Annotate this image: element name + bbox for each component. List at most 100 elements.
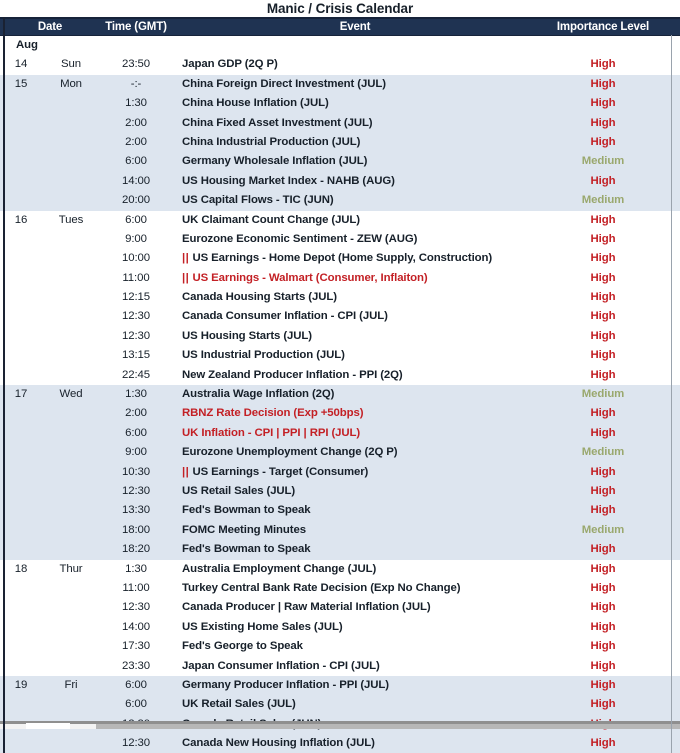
table-row[interactable]: 12:30 Canada Consumer Inflation - CPI (JU… <box>0 307 680 327</box>
cell-importance-badge: High <box>590 640 616 653</box>
table-row[interactable]: 14:00 US Housing Market Index - NAHB (AUG… <box>0 171 680 192</box>
cell-importance-badge: Medium <box>581 446 625 459</box>
cell-weekday: Thur <box>59 562 83 575</box>
table-row[interactable]: 12:30 US Retail Sales (JUL) High <box>0 481 680 502</box>
table-row[interactable]: 6:00 UK Retail Sales (JUL) High <box>0 695 680 715</box>
cell-time: 11:00 <box>122 271 150 284</box>
cell-day: 15 <box>14 77 28 90</box>
cell-event-label: US Retail Sales (JUL) <box>182 484 296 497</box>
cell-event-label: US Industrial Production (JUL) <box>182 349 345 362</box>
cell-event-label: UK Inflation - CPI | PPI | RPI (JUL) <box>182 426 361 439</box>
table-row[interactable]: 1:30 China House Inflation (JUL) High <box>0 94 680 114</box>
cell-day: 19 <box>14 678 28 691</box>
cell-event: FOMC Meeting Minutes <box>172 521 538 540</box>
cell-event-label: China House Inflation (JUL) <box>182 97 329 110</box>
table-row[interactable]: 10:00 || US Earnings - Home Depot (Home S… <box>0 249 680 269</box>
cell-event: Germany Wholesale Inflation (JUL) <box>172 152 538 171</box>
table-row[interactable]: 13:30 Fed's Bowman to Speak High <box>0 501 680 521</box>
table-row[interactable]: 11:00 Turkey Central Bank Rate Decision (… <box>0 578 680 599</box>
cell-importance-badge: Medium <box>581 155 625 168</box>
table-row[interactable]: 15 Mon -:- China Foreign Direct Investment … <box>0 74 680 95</box>
table-row[interactable]: 11:00 || US Earnings - Walmart (Consumer,… <box>0 268 680 289</box>
table-row[interactable]: 13:15 US Industrial Production (JUL) High <box>0 346 680 366</box>
table-row[interactable]: 12:15 Canada Housing Starts (JUL) High <box>0 288 680 308</box>
earnings-marker-icon: || <box>182 465 190 478</box>
table-row[interactable]: 18:00 FOMC Meeting Minutes Medium <box>0 520 680 541</box>
earnings-marker-icon: || <box>182 271 190 284</box>
table-row[interactable]: 20:00 US Capital Flows - TIC (JUN) Medium <box>0 191 680 211</box>
cell-event-label: US Housing Market Index - NAHB (AUG) <box>182 174 395 187</box>
table-row[interactable]: 9:00 Eurozone Unemployment Change (2Q P) M… <box>0 443 680 463</box>
cell-event-label: Fed's Bowman to Speak <box>182 504 311 517</box>
cell-event: Turkey Central Bank Rate Decision (Exp N… <box>172 579 538 598</box>
table-row[interactable]: 2:00 RBNZ Rate Decision (Exp +50bps) High <box>0 404 680 424</box>
cell-importance-badge: High <box>590 232 616 245</box>
cell-importance-badge: Medium <box>581 194 625 207</box>
cell-importance-badge: High <box>590 310 616 323</box>
cell-event: US Industrial Production (JUL) <box>172 346 538 365</box>
table-row[interactable]: 2:00 China Industrial Production (JUL) Hig… <box>0 132 680 153</box>
cell-event: || US Earnings - Target (Consumer) <box>172 463 538 482</box>
cell-importance-badge: High <box>590 329 616 342</box>
sheet-tab[interactable] <box>26 723 70 729</box>
calendar-table: Date Time (GMT) Event Importance Level A… <box>0 17 680 753</box>
cell-time: 6:00 <box>125 698 147 711</box>
cell-event-label: Canada Consumer Inflation - CPI (JUL) <box>182 310 388 323</box>
cell-event-label: China Industrial Production (JUL) <box>182 135 361 148</box>
cell-time: 12:15 <box>121 291 150 304</box>
table-row[interactable]: 17 Wed 1:30 Australia Wage Inflation (2Q) Me… <box>0 385 680 405</box>
table-row[interactable]: 16 Tues 6:00 UK Claimant Count Change (JUL)… <box>0 210 680 230</box>
cell-event-label: Eurozone Economic Sentiment - ZEW (AUG) <box>182 232 418 245</box>
cell-event-label: US Capital Flows - TIC (JUN) <box>182 194 334 207</box>
table-row[interactable]: 2:00 China Fixed Asset Investment (JUL) Hi… <box>0 113 680 133</box>
cell-event: Fed's Bowman to Speak <box>172 540 538 559</box>
cell-importance-badge: High <box>590 174 616 187</box>
column-header-time[interactable]: Time (GMT) <box>100 19 172 35</box>
cell-event: Canada Producer | Raw Material Inflation… <box>172 598 538 617</box>
table-row[interactable]: 22:45 New Zealand Producer Inflation - PP… <box>0 365 680 386</box>
cell-event-label: RBNZ Rate Decision (Exp +50bps) <box>182 407 364 420</box>
table-row[interactable]: 10:30 || US Earnings - Target (Consumer) H… <box>0 462 680 482</box>
cell-event: Japan Consumer Inflation - CPI (JUL) <box>172 657 538 676</box>
cell-importance-badge: High <box>590 271 616 284</box>
cell-time: 6:00 <box>125 426 147 439</box>
table-row[interactable]: 14:00 US Existing Home Sales (JUL) High <box>0 617 680 638</box>
cell-event: China Fixed Asset Investment (JUL) <box>172 114 538 133</box>
table-row[interactable]: 9:00 Eurozone Economic Sentiment - ZEW (A… <box>0 229 680 250</box>
cell-event: Canada Consumer Inflation - CPI (JUL) <box>172 307 538 326</box>
page-title: Manic / Crisis Calendar <box>266 1 414 16</box>
column-header-date[interactable]: Date <box>0 19 100 35</box>
cell-event-label: Japan Consumer Inflation - CPI (JUL) <box>182 659 380 672</box>
table-row[interactable]: 18 Thur 1:30 Australia Employment Change (J… <box>0 559 680 579</box>
table-row[interactable]: 14 Sun 23:50 Japan GDP (2Q P) High <box>0 55 680 75</box>
cell-importance-badge: High <box>590 349 616 362</box>
cell-importance-badge: High <box>590 97 616 110</box>
table-row[interactable]: 12:30 Canada Producer | Raw Material Infl… <box>0 598 680 618</box>
horizontal-scrollbar[interactable] <box>96 724 680 729</box>
cell-time: 6:00 <box>125 155 147 168</box>
cell-event: US Housing Market Index - NAHB (AUG) <box>172 172 538 191</box>
table-row[interactable]: 12:30 Canada New Housing Inflation (JUL) H… <box>0 734 680 753</box>
column-header-importance[interactable]: Importance Level <box>538 19 668 35</box>
cell-event: US Retail Sales (JUL) <box>172 482 538 501</box>
cell-event-label: New Zealand Producer Inflation - PPI (2Q… <box>182 368 403 381</box>
earnings-marker-icon: || <box>182 252 190 265</box>
cell-event-label: Fed's George to Speak <box>182 640 303 653</box>
table-row[interactable]: 12:30 US Housing Starts (JUL) High <box>0 326 680 347</box>
cell-importance-badge: High <box>590 368 616 381</box>
cell-time: 1:30 <box>125 388 147 401</box>
cell-event: Germany Producer Inflation - PPI (JUL) <box>172 676 538 695</box>
cell-time: 23:50 <box>121 58 150 71</box>
table-row[interactable]: 18:20 Fed's Bowman to Speak High <box>0 540 680 560</box>
table-row[interactable]: 23:30 Japan Consumer Inflation - CPI (JUL… <box>0 656 680 676</box>
table-row[interactable]: 19 Fri 6:00 Germany Producer Inflation - PP… <box>0 675 680 696</box>
cell-importance-badge: High <box>590 581 616 594</box>
cell-importance-badge: High <box>590 504 616 517</box>
table-row[interactable]: 6:00 Germany Wholesale Inflation (JUL) Med… <box>0 152 680 172</box>
cell-time: 12:30 <box>121 601 150 614</box>
table-row[interactable]: 6:00 UK Inflation - CPI | PPI | RPI (JUL)… <box>0 423 680 444</box>
month-header-row[interactable]: Aug <box>0 36 680 56</box>
column-header-event[interactable]: Event <box>172 19 538 35</box>
cell-event: China House Inflation (JUL) <box>172 94 538 113</box>
table-row[interactable]: 17:30 Fed's George to Speak High <box>0 637 680 657</box>
